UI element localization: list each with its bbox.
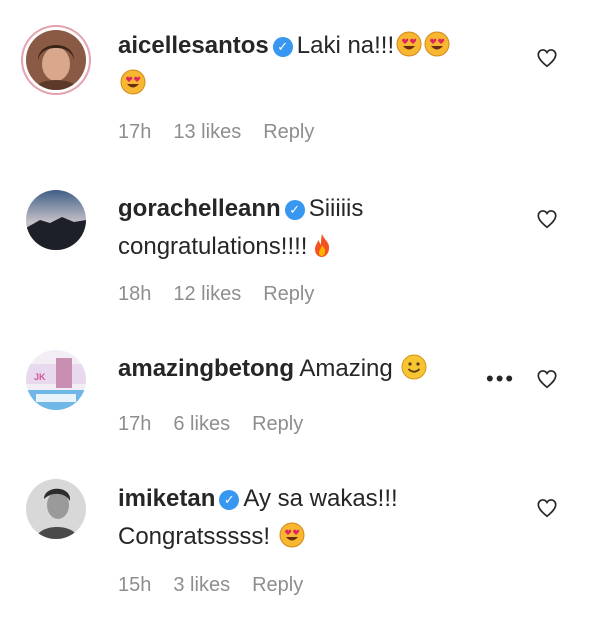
reply-button[interactable]: Reply [252,574,303,596]
heart-eyes-emoji [424,31,450,57]
svg-text:JK: JK [34,372,46,382]
comment-username[interactable]: imiketan [118,485,215,512]
reply-button[interactable]: Reply [252,413,303,435]
verified-badge-icon: ✓ [219,490,240,510]
more-options-icon[interactable]: ••• [486,366,515,392]
comment-time: 17h [118,121,152,143]
comment-body: gorachelleann ✓ Siiiiis congratulations!!!… [118,190,458,266]
comment-username[interactable]: amazingbetong [118,355,294,382]
comment-username[interactable]: aicellesantos [118,32,269,59]
comment-time: 18h [118,283,152,305]
comment-meta: 17h 13 likes Reply [118,121,336,144]
comment-meta: 18h 12 likes Reply [118,283,336,306]
reply-button[interactable]: Reply [263,283,314,305]
heart-outline-icon[interactable] [536,497,558,519]
comment-likes[interactable]: 6 likes [173,413,230,435]
comment-time: 15h [118,574,152,596]
avatar[interactable] [26,190,86,250]
verified-badge-icon: ✓ [272,37,293,57]
comment-body: imiketan ✓ Ay sa wakas!!! Congratsssss! [118,480,458,556]
avatar[interactable] [26,30,86,90]
comment-likes[interactable]: 12 likes [173,283,241,305]
comment-text: Amazing [299,355,393,382]
comment-meta: 15h 3 likes Reply [118,574,325,597]
smile-emoji [401,354,427,380]
heart-eyes-emoji [279,522,305,548]
heart-outline-icon[interactable] [536,208,558,230]
reply-button[interactable]: Reply [263,121,314,143]
verified-badge-icon: ✓ [284,200,305,220]
heart-eyes-emoji [396,31,422,57]
heart-outline-icon[interactable] [536,47,558,69]
comment-body: aicellesantos ✓ Laki na!!! [118,27,458,103]
comment-likes[interactable]: 13 likes [173,121,241,143]
heart-eyes-emoji [120,69,146,95]
comment-meta: 17h 6 likes Reply [118,413,325,436]
comment-text: Laki na!!! [296,32,395,59]
comment-body: amazingbetong Amazing [118,350,458,388]
avatar[interactable]: JK [26,350,86,410]
fire-emoji [309,232,335,258]
avatar[interactable] [26,479,86,539]
heart-outline-icon[interactable] [536,368,558,390]
comment-username[interactable]: gorachelleann [118,195,281,222]
comment-time: 17h [118,413,152,435]
comment-likes[interactable]: 3 likes [173,574,230,596]
